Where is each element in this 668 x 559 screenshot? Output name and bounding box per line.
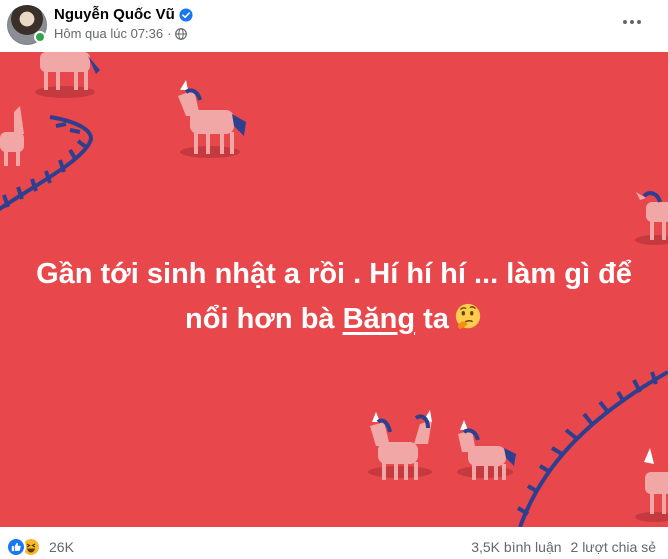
more-dots-icon	[623, 20, 641, 24]
post-text-line-1: Gần tới sinh nhật a rồi . Hí hí hí ... l…	[36, 258, 632, 290]
globe-icon[interactable]	[175, 27, 188, 40]
reactions-summary[interactable]: 26K	[6, 537, 74, 557]
more-options-button[interactable]	[616, 10, 648, 34]
post-footer: 26K 3,5K bình luận 2 lượt chia sẻ	[0, 527, 668, 559]
post-text-line-2-start: nổi hơn bà	[185, 303, 343, 335]
meta-separator: ·	[167, 26, 172, 41]
reaction-count: 26K	[49, 539, 74, 555]
post-meta: Hôm qua lúc 07:36 ·	[54, 26, 188, 41]
comment-count-link[interactable]: 3,5K bình luận	[471, 539, 561, 555]
author-name[interactable]: Nguyễn Quốc Vũ	[54, 6, 175, 23]
fence-left	[0, 115, 93, 212]
post-text-line-2: nổi hơn bà Băng ta	[0, 297, 668, 342]
like-reaction-icon	[6, 537, 26, 557]
fence-right	[516, 370, 668, 527]
post-time[interactable]: Hôm qua lúc 07:36	[54, 26, 163, 41]
post-background[interactable]: Gần tới sinh nhật a rồi . Hí hí hí ... l…	[0, 52, 668, 527]
author-row: Nguyễn Quốc Vũ	[54, 6, 193, 23]
online-status-dot	[34, 31, 46, 43]
post-text-line-2-end: ta	[415, 303, 449, 335]
post-header: Nguyễn Quốc Vũ Hôm qua lúc 07:36 ·	[0, 0, 668, 52]
share-count-link[interactable]: 2 lượt chia sẻ	[571, 539, 656, 555]
post-text: Gần tới sinh nhật a rồi . Hí hí hí ... l…	[0, 252, 668, 342]
thinking-face-icon	[455, 304, 481, 330]
post-stats: 3,5K bình luận 2 lượt chia sẻ	[471, 539, 656, 555]
mention-link[interactable]: Băng	[343, 303, 416, 335]
verified-badge-icon	[179, 7, 193, 22]
